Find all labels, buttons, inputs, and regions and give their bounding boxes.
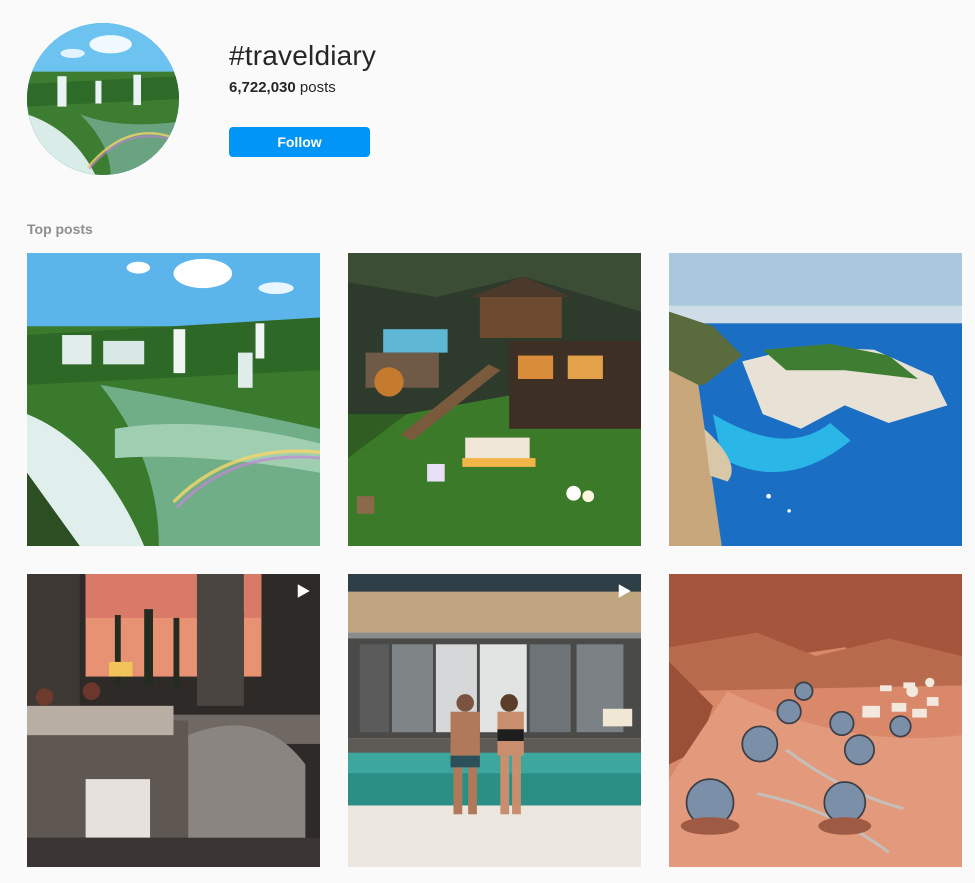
post-image [348, 253, 641, 546]
post-image [27, 253, 320, 546]
video-icon [615, 582, 633, 600]
follow-button[interactable]: Follow [229, 127, 370, 157]
top-posts-heading: Top posts [27, 221, 93, 237]
video-icon [294, 582, 312, 600]
post-tile-waterfalls[interactable] [27, 253, 320, 546]
post-tile-desert-camp[interactable] [669, 574, 962, 867]
hashtag-avatar [27, 23, 179, 175]
hashtag-title: #traveldiary [229, 40, 377, 71]
post-tile-cove[interactable] [669, 253, 962, 546]
post-count: 6,722,030 posts [229, 79, 336, 96]
post-image [348, 574, 641, 867]
post-tile-pool-couple[interactable] [348, 574, 641, 867]
post-tile-chalet[interactable] [348, 253, 641, 546]
post-tile-terrace-dinner[interactable] [27, 574, 320, 867]
post-count-number: 6,722,030 [229, 79, 296, 96]
post-count-label: posts [299, 79, 336, 96]
post-image [669, 574, 962, 867]
post-image [27, 574, 320, 867]
hashtag-page: #traveldiary 6,722,030 posts Follow Top … [0, 0, 975, 883]
post-image [669, 253, 962, 546]
